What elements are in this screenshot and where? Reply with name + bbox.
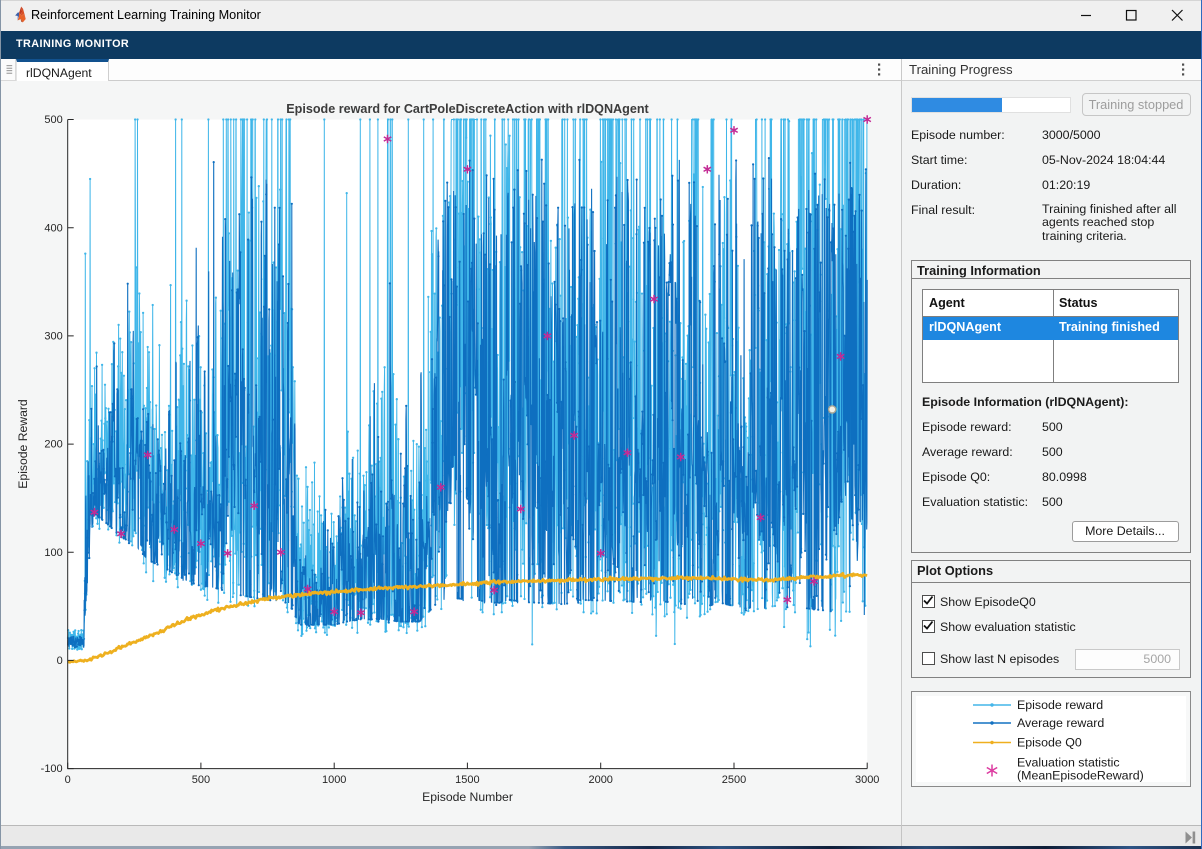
svg-text:500: 500 <box>192 774 210 786</box>
svg-text:1000: 1000 <box>322 774 346 786</box>
svg-text:Episode Number: Episode Number <box>422 790 513 804</box>
svg-text:Evaluation statistic: Evaluation statistic <box>1017 756 1120 770</box>
svg-text:-100: -100 <box>41 763 63 775</box>
svg-text:Episode Reward: Episode Reward <box>16 399 30 488</box>
svg-text:100: 100 <box>44 547 62 559</box>
svg-text:2500: 2500 <box>722 774 746 786</box>
svg-text:Episode reward: Episode reward <box>1017 698 1103 712</box>
svg-text:Episode Q0: Episode Q0 <box>1017 736 1082 750</box>
svg-text:2000: 2000 <box>588 774 612 786</box>
svg-text:400: 400 <box>44 222 62 234</box>
svg-text:200: 200 <box>44 439 62 451</box>
svg-text:Average reward: Average reward <box>1017 716 1104 730</box>
svg-text:0: 0 <box>65 774 71 786</box>
svg-text:500: 500 <box>44 114 62 126</box>
svg-text:Episode reward for CartPoleDis: Episode reward for CartPoleDiscreteActio… <box>286 102 649 116</box>
svg-text:300: 300 <box>44 331 62 343</box>
svg-text:0: 0 <box>57 655 63 667</box>
svg-text:1500: 1500 <box>455 774 479 786</box>
svg-text:(MeanEpisodeReward): (MeanEpisodeReward) <box>1017 769 1144 783</box>
svg-text:3000: 3000 <box>855 774 879 786</box>
